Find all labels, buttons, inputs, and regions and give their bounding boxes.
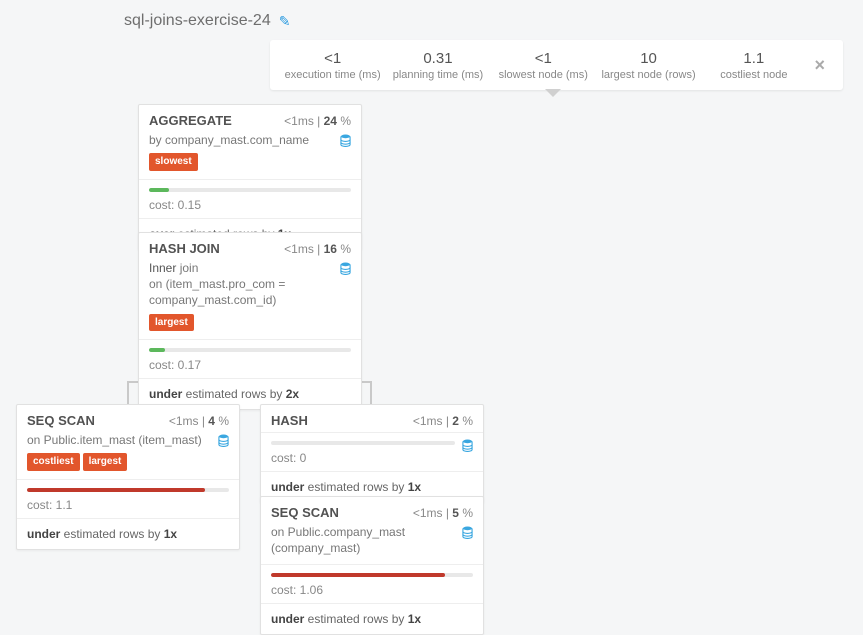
cost-bar	[149, 188, 351, 192]
node-aggregate[interactable]: AGGREGATE <1ms | 24 % by company_mast.co…	[138, 104, 362, 250]
node-hash-join[interactable]: HASH JOIN <1ms | 16 % Inner join on (ite…	[138, 232, 362, 410]
metric-planning-time: 0.31 planning time (ms)	[385, 50, 490, 81]
metric-largest-node: 10 largest node (rows)	[596, 50, 701, 81]
tag-costliest: costliest	[27, 453, 80, 471]
database-icon	[462, 526, 473, 539]
node-title: AGGREGATE	[149, 113, 232, 128]
cost-bar	[27, 488, 229, 492]
edit-icon[interactable]: ✎	[279, 13, 291, 30]
node-seq-scan-item-mast[interactable]: SEQ SCAN <1ms | 4 % on Public.item_mast …	[16, 404, 240, 550]
cost-label: cost: 0.15	[149, 198, 351, 212]
database-icon	[462, 439, 473, 452]
node-stats: <1ms | 24 %	[284, 114, 351, 128]
metrics-bar: <1 execution time (ms) 0.31 planning tim…	[270, 40, 843, 90]
node-stats: <1ms | 4 %	[169, 414, 229, 428]
rows-estimate: under estimated rows by 1x	[261, 603, 483, 634]
page-title: sql-joins-exercise-24	[124, 12, 271, 30]
node-stats: <1ms | 16 %	[284, 242, 351, 256]
node-title: HASH JOIN	[149, 241, 220, 256]
close-icon[interactable]: ×	[806, 55, 833, 76]
node-hash[interactable]: HASH <1ms | 2 % cost: 0 under estimated …	[260, 404, 484, 503]
cost-bar	[271, 441, 455, 445]
metric-execution-time: <1 execution time (ms)	[280, 50, 385, 81]
rows-estimate: under estimated rows by 1x	[17, 518, 239, 549]
cost-bar	[149, 348, 351, 352]
cost-bar	[271, 573, 473, 577]
tag-largest: largest	[149, 314, 194, 332]
pointer-icon	[545, 89, 561, 97]
database-icon	[218, 434, 229, 447]
cost-label: cost: 0.17	[149, 358, 351, 372]
node-title: SEQ SCAN	[271, 505, 339, 520]
metric-slowest-node: <1 slowest node (ms)	[491, 50, 596, 81]
node-title: SEQ SCAN	[27, 413, 95, 428]
database-icon	[340, 262, 351, 275]
cost-label: cost: 0	[271, 451, 473, 465]
tag-largest: largest	[83, 453, 128, 471]
cost-label: cost: 1.06	[271, 583, 473, 597]
node-stats: <1ms | 2 %	[413, 414, 473, 428]
cost-label: cost: 1.1	[27, 498, 229, 512]
page-title-row: sql-joins-exercise-24 ✎	[124, 12, 290, 30]
node-seq-scan-company-mast[interactable]: SEQ SCAN <1ms | 5 % on Public.company_ma…	[260, 496, 484, 635]
node-title: HASH	[271, 413, 308, 428]
database-icon	[340, 134, 351, 147]
metric-costliest-node: 1.1 costliest node	[701, 50, 806, 81]
node-stats: <1ms | 5 %	[413, 506, 473, 520]
tag-slowest: slowest	[149, 153, 198, 171]
